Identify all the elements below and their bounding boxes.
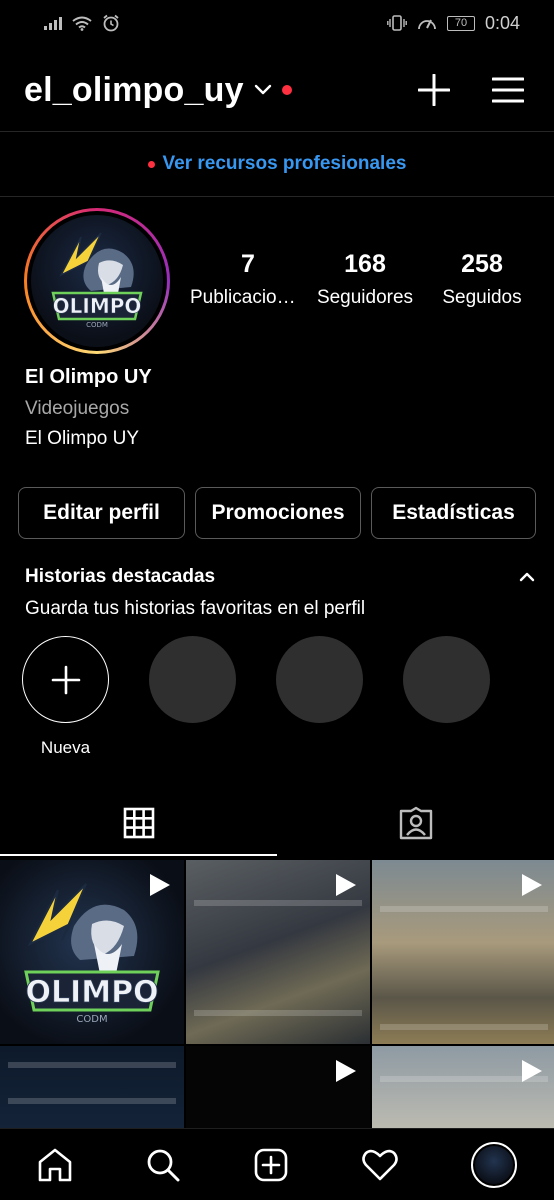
alarm-icon — [102, 14, 120, 32]
nav-avatar-ring — [471, 1141, 518, 1188]
profile-avatar[interactable] — [471, 1141, 518, 1188]
home-icon[interactable] — [37, 1148, 73, 1182]
olimpo-logo-avatar: OLIMPO CODM — [31, 215, 163, 347]
chevron-down-icon — [254, 84, 272, 96]
wifi-icon — [72, 16, 92, 31]
new-highlight[interactable]: Nueva — [22, 636, 109, 758]
highlights-subtitle: Guarda tus historias favoritas en el per… — [25, 598, 366, 619]
post-thumbnail[interactable] — [186, 860, 370, 1044]
professional-resources-link[interactable]: Ver recursos profesionales — [0, 132, 554, 196]
new-post-icon[interactable] — [254, 1148, 288, 1182]
gameplay-hud-bar — [194, 1010, 362, 1016]
avatar-logo-subtext: CODM — [86, 321, 108, 329]
professional-link-text: Ver recursos profesionales — [162, 153, 407, 174]
status-time: 0:04 — [484, 12, 520, 33]
play-icon — [146, 872, 172, 903]
profile-stats: 7 Publicaciones 168 Seguidores 258 Segui… — [190, 250, 540, 309]
bottom-navigation — [0, 1128, 554, 1200]
post-thumbnail[interactable] — [372, 860, 554, 1044]
chevron-up-icon[interactable] — [519, 572, 535, 582]
battery-level: 70 — [454, 17, 468, 29]
new-highlight-label: Nueva — [40, 738, 91, 757]
profile-actions: Editar perfil Promociones Estadísticas — [18, 487, 536, 539]
post-logo-text: OLIMPO — [25, 975, 158, 1010]
menu-icon[interactable] — [492, 77, 524, 103]
post-thumbnail[interactable]: OLIMPO CODM — [0, 860, 184, 1044]
followers-count: 168 — [344, 250, 386, 278]
posts-label: Publicaciones — [190, 287, 306, 308]
highlight-placeholder-circle — [149, 636, 236, 723]
profile-avatar[interactable]: OLIMPO CODM — [24, 208, 170, 354]
profile-tabs — [0, 790, 554, 856]
play-icon — [332, 1058, 358, 1089]
highlight-placeholder-circle — [403, 636, 490, 723]
grid-icon — [123, 807, 155, 839]
stats-table-bar — [8, 1062, 176, 1068]
play-icon — [518, 1058, 544, 1089]
battery-icon: 70 — [446, 15, 475, 31]
profile-bio: El Olimpo UY Videojuegos El Olimpo UY — [25, 366, 152, 450]
stat-following[interactable]: 258 Seguidos — [424, 250, 540, 309]
posts-count: 7 — [241, 250, 255, 278]
stat-posts[interactable]: 7 Publicaciones — [190, 250, 306, 309]
search-icon[interactable] — [146, 1148, 180, 1182]
profile-name: El Olimpo UY — [25, 366, 152, 388]
edit-profile-button[interactable]: Editar perfil — [18, 487, 185, 539]
highlight-placeholder — [403, 636, 490, 758]
notification-dot — [281, 85, 292, 95]
signal-icon — [44, 16, 62, 30]
nav-avatar-image — [475, 1145, 514, 1184]
followers-label: Seguidores — [316, 287, 414, 308]
highlight-placeholder — [276, 636, 363, 758]
speed-icon — [417, 14, 437, 32]
play-icon — [332, 872, 358, 903]
gameplay-hud-bar — [380, 1024, 548, 1030]
activity-heart-icon[interactable] — [361, 1149, 398, 1181]
pro-divider — [0, 196, 554, 197]
avatar-logo-text: OLIMPO — [53, 294, 142, 318]
highlight-placeholder — [149, 636, 236, 758]
status-bar: 70 0:04 — [0, 0, 554, 46]
stats-table-bar — [8, 1098, 176, 1104]
stat-followers[interactable]: 168 Seguidores — [307, 250, 423, 309]
insights-button[interactable]: Estadísticas — [371, 487, 536, 539]
play-icon — [518, 872, 544, 903]
highlights-row: Nueva — [22, 636, 490, 758]
profile-category: Videojuegos — [25, 398, 130, 419]
new-highlight-circle[interactable] — [22, 636, 109, 723]
profile-header: el_olimpo_uy — [0, 60, 554, 120]
following-count: 258 — [461, 250, 503, 278]
username-title: el_olimpo_uy — [24, 70, 244, 109]
highlights-title: Historias destacadas — [25, 566, 216, 587]
tab-posts-grid[interactable] — [0, 790, 277, 856]
following-label: Seguidos — [442, 287, 522, 308]
profile-bio-text: El Olimpo UY — [25, 428, 140, 449]
plus-icon — [51, 665, 81, 695]
plus-icon[interactable] — [418, 74, 450, 106]
avatar-inner: OLIMPO CODM — [27, 211, 167, 351]
highlight-placeholder-circle — [276, 636, 363, 723]
status-right: 70 0:04 — [387, 13, 520, 34]
tagged-icon — [399, 806, 433, 840]
vibrate-icon — [387, 15, 407, 31]
gameplay-hud-bar — [380, 906, 548, 912]
notification-dot — [147, 160, 155, 168]
highlights-header[interactable]: Historias destacadas — [25, 566, 535, 588]
status-left — [44, 14, 120, 32]
tab-tagged[interactable] — [277, 790, 554, 856]
promotions-button[interactable]: Promociones — [195, 487, 361, 539]
post-logo-subtext: CODM — [76, 1014, 107, 1025]
header-actions — [418, 74, 524, 106]
account-switcher[interactable]: el_olimpo_uy — [24, 71, 292, 110]
